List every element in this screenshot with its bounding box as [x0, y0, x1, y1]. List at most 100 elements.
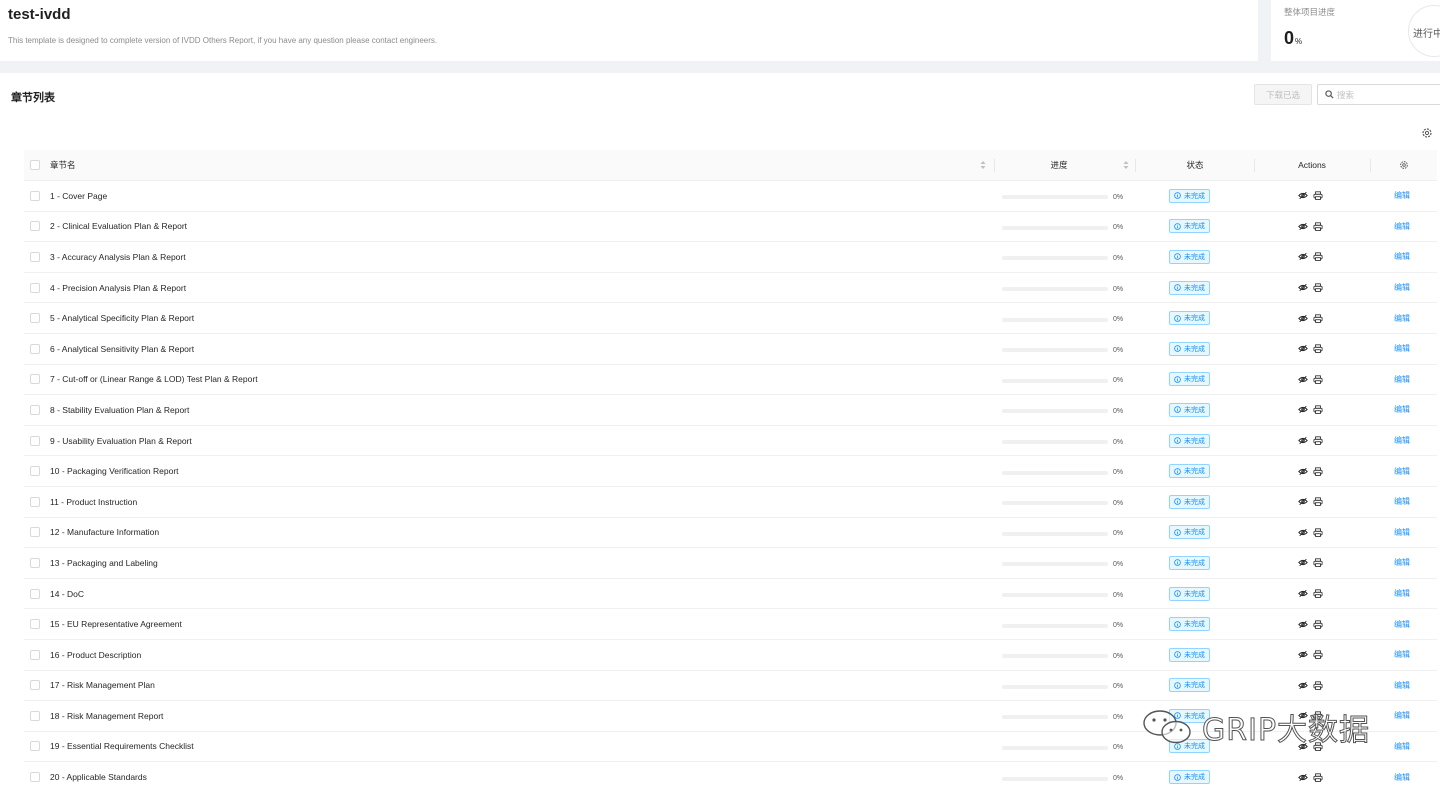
eye-off-icon[interactable] [1298, 375, 1308, 384]
eye-off-icon[interactable] [1298, 773, 1308, 782]
row-checkbox[interactable] [30, 609, 40, 639]
eye-off-icon[interactable] [1298, 467, 1308, 476]
printer-icon[interactable] [1313, 558, 1323, 568]
status-badge: 未完成 [1169, 617, 1210, 632]
row-checkbox[interactable] [30, 426, 40, 456]
row-checkbox[interactable] [30, 762, 40, 791]
printer-icon[interactable] [1313, 589, 1323, 598]
edit-link[interactable]: 编辑 [1394, 343, 1410, 354]
edit-link[interactable]: 编辑 [1394, 496, 1410, 507]
printer-icon[interactable] [1313, 436, 1323, 445]
select-all-checkbox[interactable] [30, 150, 40, 180]
edit-link[interactable]: 编辑 [1394, 741, 1410, 752]
eye-off-icon[interactable] [1298, 222, 1308, 231]
chapter-progress: 0% [1002, 242, 1132, 272]
sort-icon[interactable] [980, 160, 986, 170]
edit-link[interactable]: 编辑 [1394, 374, 1410, 385]
eye-off-icon[interactable] [1298, 558, 1308, 567]
edit-link[interactable]: 编辑 [1394, 710, 1410, 721]
row-checkbox[interactable] [30, 395, 40, 425]
edit-link[interactable]: 编辑 [1394, 680, 1410, 691]
row-checkbox[interactable] [30, 181, 40, 211]
printer-icon[interactable] [1313, 528, 1323, 537]
printer-icon[interactable] [1313, 620, 1323, 629]
eye-off-icon[interactable] [1298, 283, 1308, 292]
search-box[interactable] [1317, 84, 1440, 105]
header-progress[interactable]: 进度 [994, 150, 1124, 180]
eye-off-icon[interactable] [1298, 405, 1308, 414]
printer-icon[interactable] [1313, 650, 1323, 660]
edit-link[interactable]: 编辑 [1394, 649, 1410, 660]
progress-percent: 0% [1113, 193, 1124, 201]
edit-link[interactable]: 编辑 [1394, 527, 1410, 538]
info-circle-icon [1174, 590, 1181, 597]
edit-link[interactable]: 编辑 [1394, 557, 1410, 568]
row-checkbox[interactable] [30, 242, 40, 272]
edit-link[interactable]: 编辑 [1394, 221, 1410, 232]
row-checkbox[interactable] [30, 518, 40, 548]
edit-link[interactable]: 编辑 [1394, 772, 1410, 783]
progress-bar [1002, 348, 1108, 353]
row-edit: 编辑 [1394, 518, 1424, 548]
row-checkbox[interactable] [30, 487, 40, 517]
eye-off-icon[interactable] [1298, 650, 1308, 659]
status-text: 未完成 [1184, 406, 1205, 414]
row-checkbox[interactable] [30, 701, 40, 731]
printer-icon[interactable] [1313, 314, 1323, 323]
search-input[interactable] [1337, 87, 1437, 102]
row-checkbox[interactable] [30, 640, 40, 670]
row-checkbox[interactable] [30, 365, 40, 395]
edit-link[interactable]: 编辑 [1394, 190, 1410, 201]
column-settings[interactable] [1370, 150, 1437, 180]
table-row: 20 - Applicable Standards 0% 未完成 编辑 [24, 762, 1437, 791]
printer-icon[interactable] [1313, 191, 1323, 201]
gear-icon[interactable] [1399, 160, 1409, 170]
eye-off-icon[interactable] [1298, 681, 1308, 690]
printer-icon[interactable] [1313, 283, 1323, 292]
edit-link[interactable]: 编辑 [1394, 251, 1410, 262]
status-badge: 未完成 [1169, 219, 1210, 234]
eye-off-icon[interactable] [1298, 528, 1308, 537]
eye-off-icon[interactable] [1298, 252, 1308, 261]
info-circle-icon [1174, 620, 1181, 628]
edit-link[interactable]: 编辑 [1394, 619, 1410, 630]
printer-icon[interactable] [1313, 772, 1323, 782]
row-checkbox[interactable] [30, 273, 40, 303]
printer-icon[interactable] [1313, 375, 1323, 384]
header-chapter-name[interactable]: 章节名 [50, 150, 980, 180]
eye-off-icon[interactable] [1298, 436, 1308, 445]
eye-off-icon[interactable] [1298, 589, 1308, 598]
sort-icon[interactable] [1123, 160, 1129, 170]
edit-link[interactable]: 编辑 [1394, 282, 1410, 293]
row-checkbox[interactable] [30, 548, 40, 578]
printer-icon[interactable] [1313, 405, 1323, 415]
edit-link[interactable]: 编辑 [1394, 404, 1410, 415]
printer-icon[interactable] [1313, 467, 1323, 476]
edit-link[interactable]: 编辑 [1394, 588, 1410, 599]
edit-link[interactable]: 编辑 [1394, 313, 1410, 324]
progress-percent: 0% [1113, 438, 1124, 446]
gear-icon[interactable] [1421, 127, 1433, 139]
row-checkbox[interactable] [30, 303, 40, 333]
eye-off-icon[interactable] [1298, 314, 1308, 323]
row-checkbox[interactable] [30, 212, 40, 242]
printer-icon[interactable] [1313, 252, 1323, 262]
eye-off-icon[interactable] [1298, 497, 1308, 506]
edit-link[interactable]: 编辑 [1394, 435, 1410, 446]
printer-icon[interactable] [1313, 222, 1323, 231]
chapter-status: 未完成 [1169, 242, 1249, 272]
row-checkbox[interactable] [30, 456, 40, 486]
row-checkbox[interactable] [30, 334, 40, 364]
row-checkbox[interactable] [30, 671, 40, 701]
download-selected-button[interactable]: 下载已选 [1254, 84, 1312, 105]
row-checkbox[interactable] [30, 579, 40, 609]
printer-icon[interactable] [1313, 681, 1323, 690]
row-checkbox[interactable] [30, 732, 40, 762]
printer-icon[interactable] [1313, 344, 1323, 354]
eye-off-icon[interactable] [1298, 344, 1308, 353]
eye-off-icon[interactable] [1298, 191, 1308, 200]
eye-off-icon[interactable] [1298, 620, 1308, 629]
edit-link[interactable]: 编辑 [1394, 466, 1410, 477]
printer-icon[interactable] [1313, 497, 1323, 507]
table-row: 6 - Analytical Sensitivity Plan & Report… [24, 334, 1437, 365]
